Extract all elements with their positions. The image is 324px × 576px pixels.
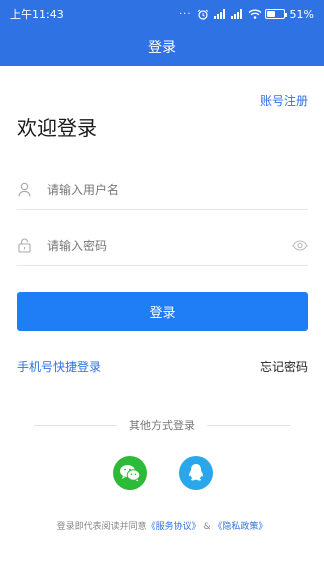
username-row bbox=[17, 170, 308, 210]
divider-line bbox=[34, 424, 117, 426]
wechat-login-button[interactable] bbox=[113, 456, 147, 490]
battery-fill bbox=[266, 11, 275, 17]
lock-icon bbox=[17, 238, 31, 254]
alarm-icon bbox=[197, 9, 209, 20]
status-bar: 上午11:43 ··· 51% bbox=[0, 0, 324, 28]
other-methods-divider: 其他方式登录 bbox=[34, 417, 290, 433]
welcome-title: 欢迎登录 bbox=[17, 116, 97, 140]
user-icon bbox=[17, 182, 31, 198]
username-input[interactable] bbox=[47, 182, 308, 197]
battery-icon bbox=[264, 9, 287, 19]
qq-login-button[interactable] bbox=[179, 456, 213, 490]
page-title: 登录 bbox=[148, 40, 176, 56]
wechat-icon bbox=[120, 465, 141, 482]
more-dots-icon: ··· bbox=[179, 8, 192, 20]
forgot-password-link[interactable]: 忘记密码 bbox=[260, 358, 308, 375]
agreement-text: 登录即代表阅读并同意《服务协议》 & 《隐私政策》 bbox=[0, 519, 324, 532]
qq-icon bbox=[189, 464, 203, 481]
password-row bbox=[17, 226, 308, 266]
agreement-prefix: 登录即代表阅读并同意 bbox=[56, 522, 147, 532]
signal-icon bbox=[230, 9, 243, 19]
status-time: 上午11:43 bbox=[10, 8, 64, 21]
phone-quick-login-link[interactable]: 手机号快捷登录 bbox=[17, 358, 101, 375]
password-input[interactable] bbox=[47, 238, 292, 253]
privacy-policy-link[interactable]: 《隐私政策》 bbox=[213, 522, 267, 532]
service-agreement-link[interactable]: 《服务协议》 bbox=[147, 522, 201, 532]
register-link[interactable]: 账号注册 bbox=[260, 92, 308, 109]
nav-bar: 登录 bbox=[0, 28, 324, 66]
login-button[interactable]: 登录 bbox=[17, 292, 308, 331]
agreement-amp: & bbox=[200, 522, 214, 532]
eye-icon[interactable] bbox=[292, 240, 308, 252]
status-icons: ··· 51% bbox=[179, 8, 314, 21]
other-methods-label: 其他方式登录 bbox=[129, 419, 195, 432]
divider-line bbox=[207, 424, 290, 426]
wifi-icon bbox=[248, 9, 261, 19]
battery-percent: 51% bbox=[289, 7, 314, 21]
signal-icon bbox=[213, 9, 226, 19]
